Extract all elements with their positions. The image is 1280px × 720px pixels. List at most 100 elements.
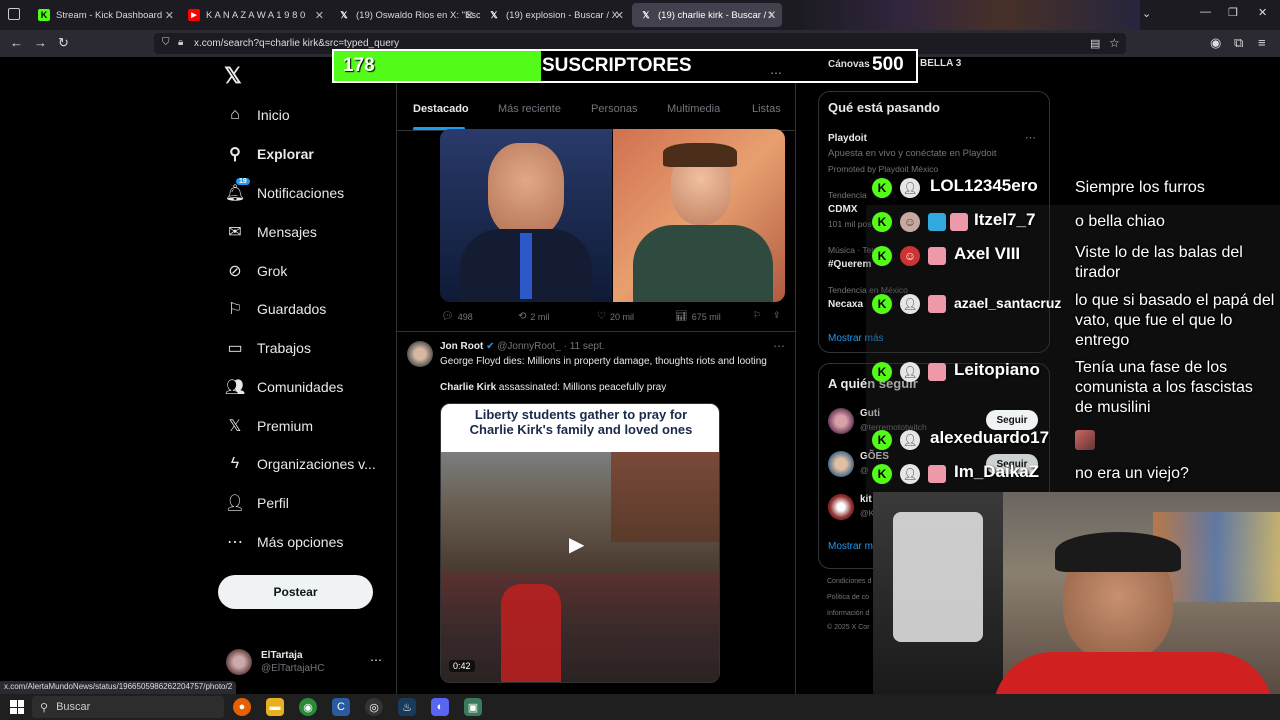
x-icon: 𝕏 xyxy=(228,418,242,435)
status-url: x.com/AlertaMundoNews/status/19665059862… xyxy=(0,681,237,694)
tab-youtube[interactable]: ▶ K A N A Z A W A 1 9 8 0 ✕ xyxy=(180,3,330,27)
footer-link[interactable]: Política de co xyxy=(827,594,869,601)
back-icon[interactable]: ← xyxy=(10,35,23,50)
chat-message: o bella chiao xyxy=(1075,213,1165,230)
post-image-left[interactable] xyxy=(440,129,612,302)
tab-list-icon[interactable] xyxy=(8,8,20,20)
sidebar-item-grok[interactable]: ⊘ Grok xyxy=(226,257,287,285)
star-icon[interactable]: ☆ xyxy=(1109,36,1120,50)
close-window-icon[interactable]: ✕ xyxy=(1258,6,1267,19)
more-icon[interactable]: ⋯ xyxy=(770,66,782,80)
trend-name[interactable]: #Querem xyxy=(828,259,871,270)
tab-x-charlie-kirk[interactable]: 𝕏 (19) charlie kirk - Buscar / X ✕ xyxy=(632,3,782,27)
sidebar-item-perfil[interactable]: 👤︎ Perfil xyxy=(225,489,289,517)
close-icon[interactable]: ✕ xyxy=(165,9,174,22)
more-icon[interactable]: ⋯ xyxy=(370,653,382,667)
goal-bg-label: Cánovas xyxy=(828,59,870,70)
menu-icon[interactable]: ≡ xyxy=(1258,35,1266,50)
trend-name[interactable]: Necaxa xyxy=(828,299,863,310)
browser-tab-bar: K Stream - Kick Dashboard ✕ ▶ K A N A Z … xyxy=(0,0,1280,30)
author-name[interactable]: Jon Root xyxy=(440,341,483,352)
reply-count[interactable]: 💬︎ 498 xyxy=(441,311,473,322)
more-icon[interactable]: ⋯ xyxy=(1025,131,1036,144)
promo-name[interactable]: Playdoit xyxy=(828,133,867,144)
sidebar-item-guardados[interactable]: ⚐ Guardados xyxy=(226,295,326,323)
steam-icon[interactable]: ♨ xyxy=(398,698,416,716)
tab-x-oswaldo[interactable]: 𝕏 (19) Oswaldo Rios en X: "Escal ✕ xyxy=(330,3,480,27)
promo-by: Promoted by Playdoit México xyxy=(828,164,939,174)
tab-multimedia[interactable]: Multimedia xyxy=(667,103,720,115)
share-icon[interactable]: ⇪ xyxy=(773,310,781,321)
minimize-icon[interactable]: — xyxy=(1200,6,1211,18)
promo-text: Apuesta en vivo y conéctate en Playdoit xyxy=(828,148,997,159)
sidebar-item-comunidades[interactable]: 👥︎ Comunidades xyxy=(225,373,344,401)
discord-icon[interactable]: ◐ xyxy=(431,698,449,716)
youtube-icon: ▶ xyxy=(188,9,200,21)
obs-icon[interactable]: ◎ xyxy=(365,698,383,716)
sidebar-item-organizaciones[interactable]: ϟ Organizaciones v... xyxy=(226,450,376,478)
tab-title: K A N A Z A W A 1 9 8 0 xyxy=(206,9,306,21)
bookmark-icon[interactable]: ⚐ xyxy=(753,310,761,321)
reload-icon[interactable]: ↻ xyxy=(58,35,69,51)
follow-name[interactable]: kit xyxy=(860,494,872,505)
firefox-icon[interactable]: ● xyxy=(233,698,251,716)
close-icon[interactable]: ✕ xyxy=(767,9,776,22)
extensions-icon[interactable]: ⧉ xyxy=(1234,35,1243,51)
sidebar-item-trabajos[interactable]: ▭ Trabajos xyxy=(226,334,311,362)
close-icon[interactable]: ✕ xyxy=(615,9,624,22)
forward-icon[interactable]: → xyxy=(34,35,47,50)
avatar[interactable] xyxy=(828,494,854,520)
account-icon[interactable]: ◉ xyxy=(1210,35,1221,51)
folder-icon[interactable]: ▬ xyxy=(266,698,284,716)
footer-link[interactable]: Condiciones d xyxy=(827,578,871,585)
sub-label: SUSCRIPTORES xyxy=(542,55,692,76)
app-icon[interactable]: C xyxy=(332,698,350,716)
show-more-link[interactable]: Mostrar m xyxy=(828,541,873,552)
sidebar-item-mas-opciones[interactable]: ⋯ Más opciones xyxy=(226,528,343,556)
tab-listas[interactable]: Listas xyxy=(752,103,781,115)
windows-icon[interactable] xyxy=(10,700,24,714)
app-icon[interactable]: ▣ xyxy=(464,698,482,716)
post-image-right[interactable] xyxy=(613,129,785,302)
chevron-down-icon[interactable]: ⌄ xyxy=(1142,7,1151,20)
avatar[interactable] xyxy=(828,408,854,434)
view-count[interactable]: 📊︎ 675 mil xyxy=(675,311,721,322)
avatar: 👤︎ xyxy=(900,362,920,382)
more-icon[interactable]: ⋯ xyxy=(773,339,785,353)
account-switcher[interactable]: ElTartaja @ElTartajaHC ⋯ xyxy=(226,649,386,679)
author-avatar[interactable] xyxy=(407,341,433,367)
like-count[interactable]: ♡ 20 mil xyxy=(597,311,634,322)
tab-x-explosion[interactable]: 𝕏 (19) explosion - Buscar / X ✕ xyxy=(480,3,630,27)
chat-message: Viste lo de las balas del tirador xyxy=(1075,244,1243,281)
sidebar-item-inicio[interactable]: ⌂ Inicio xyxy=(226,101,290,129)
repost-count[interactable]: ⟲ 2 mil xyxy=(518,311,549,322)
reader-icon[interactable]: ▤ xyxy=(1090,37,1100,50)
tab-destacado[interactable]: Destacado xyxy=(413,103,469,115)
chrome-icon[interactable]: ◉ xyxy=(299,698,317,716)
sidebar-item-mensajes[interactable]: ✉ Mensajes xyxy=(226,218,317,246)
kick-badge-icon: K xyxy=(872,430,892,450)
webcam-feed xyxy=(873,492,1280,694)
tab-mas-reciente[interactable]: Más reciente xyxy=(498,103,561,115)
post-video[interactable]: Liberty students gather to pray for Char… xyxy=(440,403,720,683)
sidebar-item-premium[interactable]: 𝕏 Premium xyxy=(226,412,313,440)
post-date[interactable]: · 11 sept. xyxy=(564,341,605,352)
play-icon[interactable]: ▶ xyxy=(569,532,593,556)
tab-personas[interactable]: Personas xyxy=(591,103,637,115)
grok-icon: ⊘ xyxy=(228,263,242,280)
x-logo-icon[interactable]: 𝕏 xyxy=(224,63,242,89)
tab-kick-dashboard[interactable]: K Stream - Kick Dashboard ✕ xyxy=(30,3,180,27)
notification-badge: 19 xyxy=(236,178,250,185)
close-icon[interactable]: ✕ xyxy=(315,9,324,22)
maximize-icon[interactable]: ❐ xyxy=(1228,6,1238,19)
post-button[interactable]: Postear xyxy=(218,575,373,609)
sidebar-item-notificaciones[interactable]: 🔔︎ 19 Notificaciones xyxy=(225,178,344,207)
trend-name[interactable]: CDMX xyxy=(828,204,857,215)
tab-title: (19) charlie kirk - Buscar / X xyxy=(658,9,776,21)
taskbar-search[interactable]: ⚲ Buscar xyxy=(32,696,224,718)
close-icon[interactable]: ✕ xyxy=(465,9,474,22)
author-handle[interactable]: @JonnyRoot_ xyxy=(497,341,561,352)
sidebar-item-explorar[interactable]: ⚲ Explorar xyxy=(226,140,314,168)
footer-link[interactable]: Información d xyxy=(827,610,869,617)
avatar[interactable] xyxy=(828,451,854,477)
